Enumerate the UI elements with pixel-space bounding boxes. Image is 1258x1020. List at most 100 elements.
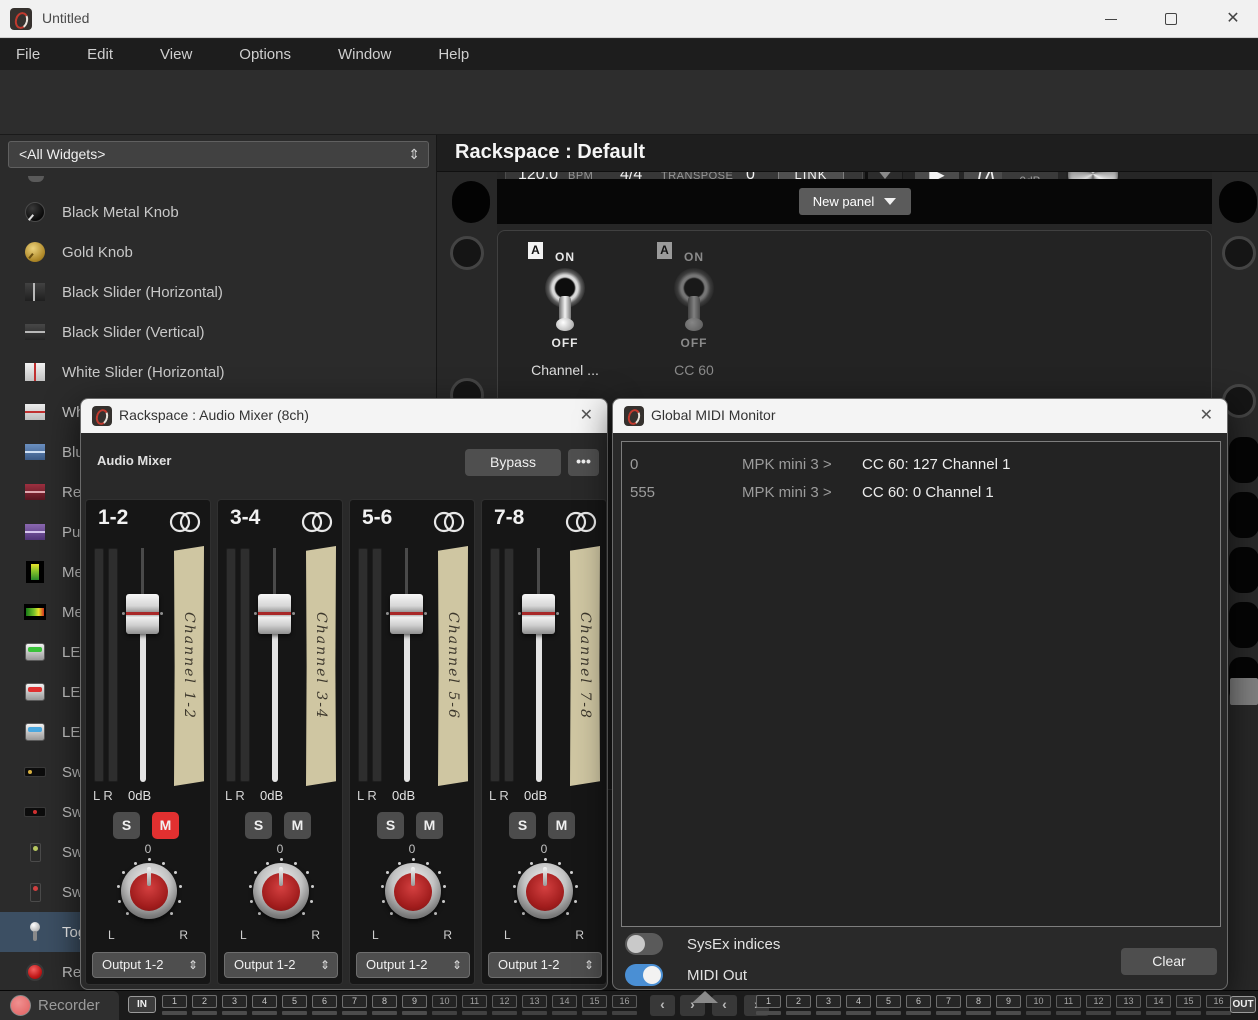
sidebar-item-gold-knob[interactable]: Gold Knob [0,232,437,272]
channel-indicator[interactable]: 8 [372,995,397,1015]
record-icon[interactable] [10,995,31,1016]
os-titlebar[interactable]: Untitled ✕ [0,0,1258,38]
fader-value: 0dB [392,788,415,803]
channel-indicator[interactable]: 14 [552,995,577,1015]
stereo-link-icon [564,510,598,539]
pan-value: 0 [86,842,210,856]
recorder-section[interactable]: Recorder [0,991,119,1020]
channel-indicator[interactable]: 2 [192,995,217,1015]
mute-button[interactable]: M [284,812,311,839]
sidebar-item-black-metal-knob[interactable]: Black Metal Knob [0,192,437,232]
stereo-link-icon [432,510,466,539]
channel-indicator[interactable]: 5 [282,995,307,1015]
output-select[interactable]: Output 1-2⇕ [224,952,338,978]
channel-indicator[interactable]: 14 [1146,995,1171,1015]
channel-indicator[interactable]: 7 [342,995,367,1015]
channel-indicator[interactable]: 4 [252,995,277,1015]
red-button-icon [24,961,46,983]
minimize-icon[interactable] [1105,19,1117,20]
prev-rackspace-button[interactable]: ‹ [650,995,675,1016]
sidebar-item-black-slider-vertical[interactable]: Black Slider (Vertical) [0,312,437,352]
channel-indicator[interactable]: 9 [996,995,1021,1015]
channel-indicator[interactable]: 3 [816,995,841,1015]
midi-out-toggle[interactable] [625,964,663,986]
channel-indicator[interactable]: 12 [492,995,517,1015]
channel-indicator[interactable]: 9 [402,995,427,1015]
pan-knob[interactable] [378,856,448,926]
toggle-widget-cc60[interactable]: A ON OFF CC 60 [657,240,731,378]
widget-filter-select[interactable]: <All Widgets> ⇕ [8,141,429,168]
level-meter [372,548,382,782]
mute-button[interactable]: M [548,812,575,839]
channel-indicator[interactable]: 16 [1206,995,1231,1015]
pan-knob[interactable] [114,856,184,926]
output-select[interactable]: Output 1-2⇕ [356,952,470,978]
channel-indicator[interactable]: 8 [966,995,991,1015]
more-options-button[interactable]: ••• [568,449,599,476]
close-icon[interactable]: ✕ [1222,8,1244,30]
output-select[interactable]: Output 1-2⇕ [92,952,206,978]
scrollbar-thumb[interactable] [1230,678,1258,705]
mixer-window-titlebar[interactable]: Rackspace : Audio Mixer (8ch) ✕ [81,399,607,433]
channel-indicator[interactable]: 6 [312,995,337,1015]
channel-indicator[interactable]: 5 [876,995,901,1015]
channel-indicator[interactable]: 2 [786,995,811,1015]
vertical-meter-icon [24,561,46,583]
menu-view[interactable]: View [160,46,192,63]
channel-indicator[interactable]: 16 [612,995,637,1015]
channel-indicator[interactable]: 1 [162,995,187,1015]
monitor-window-titlebar[interactable]: Global MIDI Monitor ✕ [613,399,1227,433]
solo-button[interactable]: S [113,812,140,839]
output-select[interactable]: Output 1-2⇕ [488,952,602,978]
solo-button[interactable]: S [509,812,536,839]
toggle-switch-graphic[interactable] [668,268,720,334]
channel-indicator[interactable]: 4 [846,995,871,1015]
channel-indicator[interactable]: 1 [756,995,781,1015]
channel-indicator[interactable]: 10 [432,995,457,1015]
solo-button[interactable]: S [245,812,272,839]
rackspace-title: Rackspace : Default [455,141,645,164]
plugin-name: Audio Mixer [97,453,171,468]
toggle-switch-graphic[interactable] [539,268,591,334]
channel-indicator[interactable]: 6 [906,995,931,1015]
menu-options[interactable]: Options [239,46,291,63]
bypass-button[interactable]: Bypass [465,449,561,476]
clear-button[interactable]: Clear [1121,948,1217,975]
rack-oval-hole [452,181,490,223]
channel-indicator[interactable]: 15 [1176,995,1201,1015]
pan-knob[interactable] [510,856,580,926]
channel-indicator[interactable]: 11 [462,995,487,1015]
black-slider-vertical-icon [24,321,46,343]
close-icon[interactable]: ✕ [580,405,593,425]
updown-arrows-icon: ⇕ [584,953,594,977]
menu-file[interactable]: File [16,46,40,63]
sysex-toggle[interactable] [625,933,663,955]
channel-indicator[interactable]: 3 [222,995,247,1015]
channel-indicator[interactable]: 13 [522,995,547,1015]
pan-knob[interactable] [246,856,316,926]
volume-fader[interactable] [390,594,423,634]
new-panel-button[interactable]: New panel [799,188,911,215]
channel-indicator[interactable]: 7 [936,995,961,1015]
sidebar-item-black-slider-horizontal[interactable]: Black Slider (Horizontal) [0,272,437,312]
channel-indicator[interactable]: 12 [1086,995,1111,1015]
menu-edit[interactable]: Edit [87,46,113,63]
toggle-widget-channel[interactable]: A ON OFF Channel ... [528,240,602,378]
volume-fader[interactable] [258,594,291,634]
close-icon[interactable]: ✕ [1200,405,1213,425]
midi-log[interactable]: 0 MPK mini 3 > CC 60: 127 Channel 1 555 … [621,441,1221,927]
mute-button[interactable]: M [152,812,179,839]
splitter-grip-icon[interactable] [692,991,718,1003]
volume-fader[interactable] [522,594,555,634]
mute-button[interactable]: M [416,812,443,839]
solo-button[interactable]: S [377,812,404,839]
channel-indicator[interactable]: 11 [1056,995,1081,1015]
channel-indicator[interactable]: 10 [1026,995,1051,1015]
maximize-icon[interactable] [1165,13,1177,25]
volume-fader[interactable] [126,594,159,634]
menu-window[interactable]: Window [338,46,391,63]
sidebar-item-white-slider-horizontal[interactable]: White Slider (Horizontal) [0,352,437,392]
channel-indicator[interactable]: 15 [582,995,607,1015]
menu-help[interactable]: Help [438,46,469,63]
channel-indicator[interactable]: 13 [1116,995,1141,1015]
